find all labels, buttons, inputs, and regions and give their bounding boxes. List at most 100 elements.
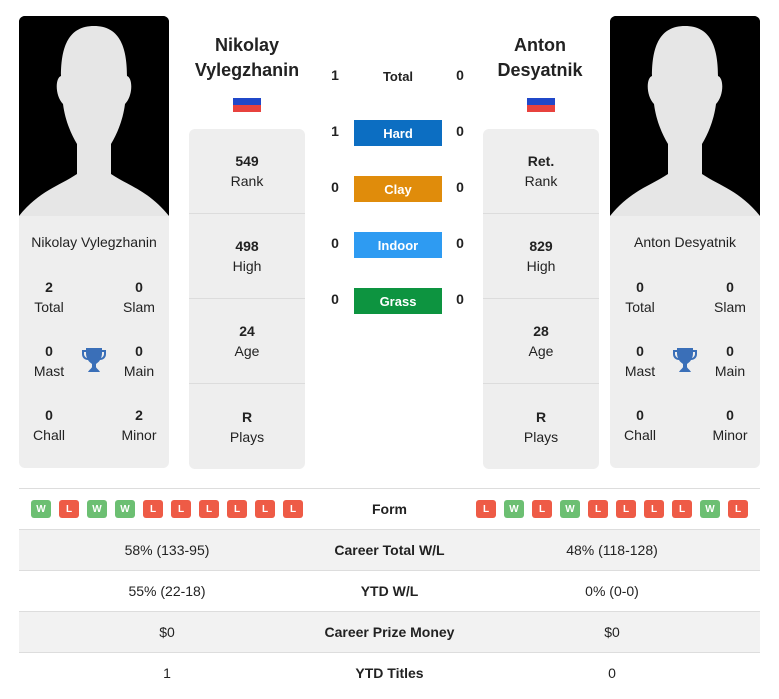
loss-badge[interactable]: L — [283, 500, 303, 518]
player2-plays: R Plays — [483, 384, 599, 469]
label: Chall — [33, 427, 65, 443]
player1-titles-chall: 0 Chall — [19, 405, 79, 445]
label: Minor — [712, 427, 748, 443]
value: 549 — [235, 153, 259, 169]
player2-form: LWLWLLLLWL — [464, 500, 760, 518]
loss-badge[interactable]: L — [227, 500, 247, 518]
win-badge[interactable]: W — [115, 500, 135, 518]
value: 0 — [726, 407, 734, 423]
loss-badge[interactable]: L — [532, 500, 552, 518]
player1-age: 24 Age — [189, 299, 305, 384]
row-label: YTD W/L — [360, 583, 419, 599]
value: 2 — [45, 279, 53, 295]
loss-badge[interactable]: L — [476, 500, 496, 518]
silhouette-icon — [610, 16, 760, 216]
win-badge[interactable]: W — [560, 500, 580, 518]
player2-value: 0% (0-0) — [585, 583, 639, 599]
player1-titles-slam: 0 Slam — [109, 277, 169, 317]
player2-name-heading[interactable]: Anton Desyatnik — [465, 33, 615, 83]
label: Age — [528, 343, 554, 359]
loss-badge[interactable]: L — [644, 500, 664, 518]
win-badge[interactable]: W — [31, 500, 51, 518]
value: 2 — [135, 407, 143, 423]
h2h-indoor-p2: 0 — [456, 235, 464, 251]
value: 0 — [636, 343, 644, 359]
value: 0 — [45, 407, 53, 423]
value: 829 — [529, 238, 553, 254]
player1-titles-mast: 0 Mast — [19, 341, 79, 381]
loss-badge[interactable]: L — [616, 500, 636, 518]
trophy-icon — [81, 346, 107, 374]
loss-badge[interactable]: L — [171, 500, 191, 518]
label: Total — [625, 299, 655, 315]
win-badge[interactable]: W — [87, 500, 107, 518]
player2-titles-minor: 0 Minor — [700, 405, 760, 445]
surface-indoor-button[interactable]: Indoor — [354, 232, 442, 258]
loss-badge[interactable]: L — [255, 500, 275, 518]
player1-high: 498 High — [189, 214, 305, 299]
label: Mast — [624, 363, 656, 379]
value: 0 — [135, 279, 143, 295]
value: 24 — [239, 323, 255, 339]
value: 0 — [135, 343, 143, 359]
player1-name-heading[interactable]: Nikolay Vylegzhanin — [172, 33, 322, 83]
player2-value: 0 — [608, 665, 616, 681]
value: 0 — [45, 343, 53, 359]
value: R — [241, 408, 253, 425]
loss-badge[interactable]: L — [59, 500, 79, 518]
value: Ret. — [527, 153, 555, 169]
player1-rank: 549 Rank — [189, 129, 305, 214]
player1-stats: 549 Rank 498 High 24 Age R Plays — [189, 129, 305, 469]
label: Plays — [229, 428, 265, 445]
loss-badge[interactable]: L — [672, 500, 692, 518]
player2-titles-mast: 0 Mast — [610, 341, 670, 381]
label: Plays — [523, 428, 559, 445]
player2-full-name[interactable]: Anton Desyatnik — [610, 234, 760, 250]
h2h-hard-p2: 0 — [456, 123, 464, 139]
win-badge[interactable]: W — [504, 500, 524, 518]
player1-value: $0 — [159, 624, 175, 640]
last-name: Vylegzhanin — [194, 60, 300, 80]
value: 0 — [636, 407, 644, 423]
h2h-hard-p1: 1 — [331, 123, 339, 139]
player2-high: 829 High — [483, 214, 599, 299]
player1-titles-main: 0 Main — [109, 341, 169, 381]
row-label: Career Total W/L — [334, 542, 445, 558]
table-row: 1 YTD Titles 0 — [19, 652, 760, 693]
player2-stats: Ret. Rank 829 High 28 Age R Plays — [483, 129, 599, 469]
h2h-clay-p1: 0 — [331, 179, 339, 195]
surface-grass-button[interactable]: Grass — [354, 288, 442, 314]
value: R — [535, 408, 547, 425]
loss-badge[interactable]: L — [728, 500, 748, 518]
label: High — [526, 258, 556, 274]
surface-hard-button[interactable]: Hard — [354, 120, 442, 146]
h2h-total-p1: 1 — [331, 67, 339, 83]
russia-flag-icon — [527, 98, 555, 112]
table-row: $0 Career Prize Money $0 — [19, 611, 760, 652]
value: 498 — [235, 238, 259, 254]
player2-photo — [610, 16, 760, 216]
form-row: WLWWLLLLLL Form LWLWLLLLWL — [19, 488, 760, 529]
player2-age: 28 Age — [483, 299, 599, 384]
label: Mast — [33, 363, 65, 379]
russia-flag-icon — [233, 98, 261, 112]
label: Age — [234, 343, 260, 359]
surface-clay-button[interactable]: Clay — [354, 176, 442, 202]
h2h-grass-p1: 0 — [331, 291, 339, 307]
value: 0 — [636, 279, 644, 295]
player2-titles-main: 0 Main — [700, 341, 760, 381]
player1-titles-total: 2 Total — [19, 277, 79, 317]
label: Total — [34, 299, 64, 315]
player1-plays: R Plays — [189, 384, 305, 469]
loss-badge[interactable]: L — [588, 500, 608, 518]
value: 0 — [726, 343, 734, 359]
table-row: 55% (22-18) YTD W/L 0% (0-0) — [19, 570, 760, 611]
row-label: Career Prize Money — [324, 624, 455, 640]
loss-badge[interactable]: L — [143, 500, 163, 518]
win-badge[interactable]: W — [700, 500, 720, 518]
loss-badge[interactable]: L — [199, 500, 219, 518]
label: Rank — [524, 173, 558, 189]
first-name: Nikolay — [214, 35, 280, 55]
label: Slam — [714, 299, 746, 315]
player1-full-name[interactable]: Nikolay Vylegzhanin — [19, 234, 169, 250]
